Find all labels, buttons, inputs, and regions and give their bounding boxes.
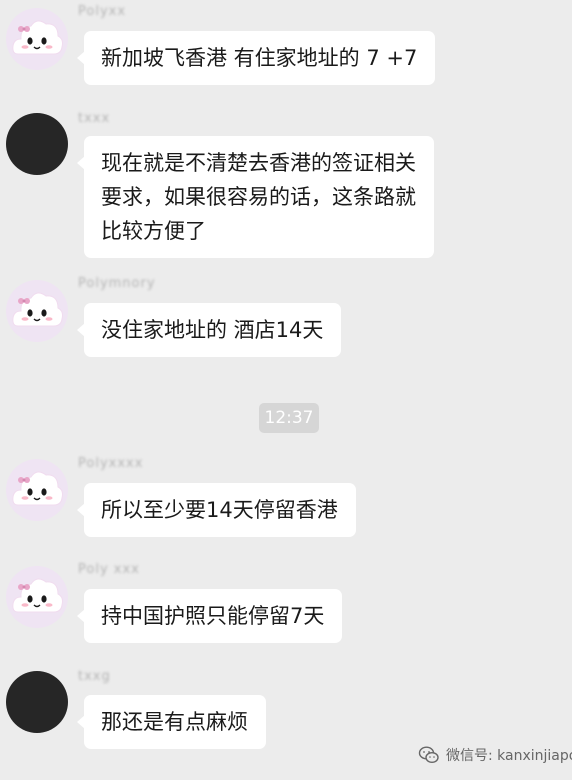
wechat-watermark: 微信号: kanxinjiapo [418, 742, 572, 768]
cloud-avatar[interactable] [6, 8, 68, 70]
message-line: 那还是有点麻烦 [101, 710, 248, 734]
message-line: 新加坡飞香港 有住家地址的 7 +7 [101, 46, 418, 70]
sender-name: Polymnory [78, 276, 156, 291]
message-line: 持中国护照只能停留7天 [101, 604, 325, 628]
sender-name: Polyxx [78, 4, 127, 19]
message-line: 要求，如果很容易的话，这条路就 [101, 185, 416, 209]
sender-name: txxg [78, 669, 111, 684]
cloud-face-icon [12, 20, 63, 55]
cloud-face-icon [12, 578, 63, 613]
message-bubble[interactable]: 所以至少要14天停留香港 [77, 483, 356, 537]
message-bubble[interactable]: 现在就是不清楚去香港的签证相关 要求，如果很容易的话，这条路就 比较方便了 [77, 136, 434, 258]
message-line: 现在就是不清楚去香港的签证相关 [101, 151, 416, 175]
cloud-face-icon [12, 292, 63, 327]
message-bubble[interactable]: 新加坡飞香港 有住家地址的 7 +7 [76, 31, 436, 85]
message-bubble[interactable]: 那还是有点麻烦 [77, 695, 266, 749]
wechat-icon [418, 746, 439, 764]
watermark-text: 微信号: kanxinjiapo [446, 748, 572, 764]
sender-name: txxx [78, 111, 111, 126]
cloud-avatar[interactable] [6, 280, 68, 342]
message-line: 没住家地址的 酒店14天 [101, 318, 324, 342]
sender-name: Polyxxxx [78, 456, 144, 471]
user-avatar[interactable] [6, 671, 68, 733]
sender-name: Poly xxx [78, 562, 140, 577]
timestamp-chip: 12:37 [259, 403, 319, 433]
user-avatar[interactable] [6, 113, 68, 175]
message-line: 比较方便了 [101, 219, 206, 243]
cloud-face-icon [12, 471, 63, 506]
message-bubble[interactable]: 没住家地址的 酒店14天 [76, 303, 342, 357]
cloud-avatar[interactable] [6, 459, 68, 521]
message-bubble[interactable]: 持中国护照只能停留7天 [76, 589, 343, 643]
cloud-avatar[interactable] [6, 566, 68, 628]
message-line: 所以至少要14天停留香港 [101, 498, 338, 522]
